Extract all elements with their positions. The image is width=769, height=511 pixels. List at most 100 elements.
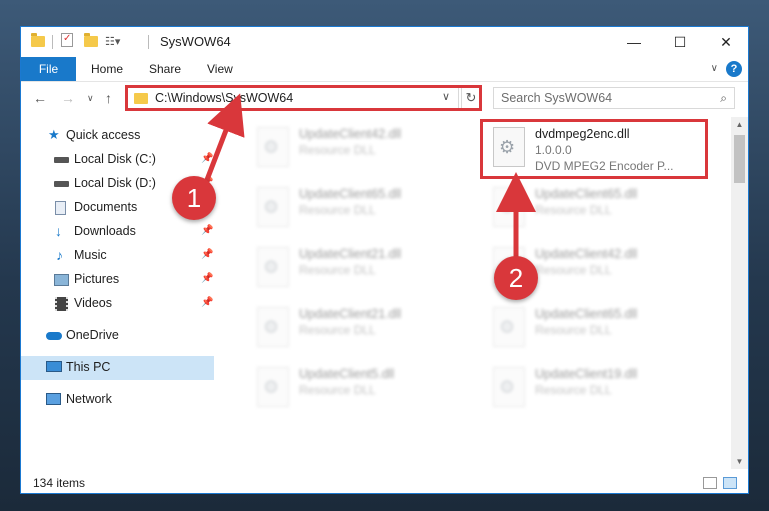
step-marker-1: 1 xyxy=(172,176,216,220)
drive-icon xyxy=(54,181,69,187)
file-type: Resource DLL xyxy=(299,203,376,217)
properties-icon[interactable]: ✓ xyxy=(61,33,73,47)
tab-view[interactable]: View xyxy=(207,57,233,81)
sidebar-item-music[interactable]: ♪ Music 📌 xyxy=(21,244,214,268)
pin-icon[interactable]: 📌 xyxy=(201,249,213,260)
file-name: UpdateClient21.dll xyxy=(299,307,402,321)
file-name: UpdateClient65.dll xyxy=(535,307,638,321)
sidebar-item-onedrive[interactable]: OneDrive xyxy=(21,324,214,348)
customize-toolbar-icon[interactable]: ☷▾ xyxy=(105,35,120,48)
dll-file-icon xyxy=(257,247,289,287)
file-item[interactable]: UpdateClient21.dll Resource DLL xyxy=(251,243,471,299)
file-name: UpdateClient65.dll xyxy=(535,187,638,201)
search-icon[interactable]: ⌕ xyxy=(720,91,727,106)
file-type: Resource DLL xyxy=(299,263,376,277)
file-list: UpdateClient42.dll Resource DLL dvdmpeg2… xyxy=(231,117,731,467)
file-item[interactable]: UpdateClient65.dll Resource DLL xyxy=(487,303,707,359)
sidebar-item-videos[interactable]: Videos 📌 xyxy=(21,292,214,316)
separator xyxy=(52,35,53,49)
file-name: UpdateClient19.dll xyxy=(535,367,638,381)
file-item[interactable]: UpdateClient21.dll Resource DLL xyxy=(251,303,471,359)
file-type: Resource DLL xyxy=(535,263,612,277)
navigation-pane: ★ Quick access Local Disk (C:) 📌 Local D… xyxy=(21,117,216,467)
file-name: UpdateClient42.dll xyxy=(299,127,402,141)
address-highlight-box xyxy=(125,85,482,111)
sidebar-item-pictures[interactable]: Pictures 📌 xyxy=(21,268,214,292)
tab-home[interactable]: Home xyxy=(91,57,123,81)
chevron-down-icon[interactable]: ∨ xyxy=(711,63,718,74)
file-item[interactable]: UpdateClient65.dll Resource DLL xyxy=(251,183,471,239)
pin-icon[interactable]: 📌 xyxy=(201,273,213,284)
music-icon: ♪ xyxy=(56,247,63,263)
file-name: UpdateClient65.dll xyxy=(299,187,402,201)
drive-icon xyxy=(54,157,69,163)
star-icon: ★ xyxy=(48,127,60,142)
videos-icon xyxy=(55,297,68,311)
search-input[interactable]: Search SysWOW64 ⌕ xyxy=(493,87,735,109)
sidebar-item-downloads[interactable]: ↓ Downloads 📌 xyxy=(21,220,214,244)
large-icons-view-icon[interactable] xyxy=(723,477,737,489)
new-folder-icon[interactable] xyxy=(84,33,98,47)
explorer-window: ✓ ☷▾ SysWOW64 — ☐ ✕ File Home Share View… xyxy=(20,26,749,494)
recent-locations-chevron-icon[interactable]: ∨ xyxy=(87,93,94,104)
dll-file-icon xyxy=(257,367,289,407)
tab-share[interactable]: Share xyxy=(149,57,181,81)
network-icon xyxy=(46,393,61,405)
sidebar-item-label: Videos xyxy=(74,296,112,310)
sidebar-item-label: Pictures xyxy=(74,272,120,286)
close-button[interactable]: ✕ xyxy=(703,27,748,57)
pin-icon[interactable]: 📌 xyxy=(201,297,213,308)
sidebar-item-label: This PC xyxy=(66,360,111,374)
dll-file-icon xyxy=(493,187,525,227)
pin-icon[interactable]: 📌 xyxy=(201,153,213,164)
file-type: Resource DLL xyxy=(299,143,376,157)
cloud-icon xyxy=(46,332,62,340)
pictures-icon xyxy=(54,274,69,286)
window-title: SysWOW64 xyxy=(160,34,231,49)
file-item[interactable]: UpdateClient5.dll Resource DLL xyxy=(251,363,471,419)
dll-file-icon xyxy=(493,367,525,407)
sidebar-item-label: Documents xyxy=(74,200,138,214)
back-arrow-icon[interactable]: ← xyxy=(33,90,47,106)
minimize-button[interactable]: — xyxy=(611,27,657,57)
file-name: UpdateClient21.dll xyxy=(299,247,402,261)
file-type: Resource DLL xyxy=(299,323,376,337)
scroll-up-arrow-icon[interactable]: ▲ xyxy=(731,120,748,129)
search-placeholder: Search SysWOW64 xyxy=(501,91,613,105)
sidebar-item-label: Local Disk (D:) xyxy=(74,176,156,190)
forward-arrow-icon[interactable]: → xyxy=(61,90,75,106)
step-marker-2: 2 xyxy=(494,256,538,300)
tab-file[interactable]: File xyxy=(21,57,76,81)
folder-icon xyxy=(31,33,45,47)
up-arrow-icon[interactable]: ↑ xyxy=(105,90,112,106)
file-item[interactable]: UpdateClient42.dll Resource DLL xyxy=(251,123,471,179)
separator xyxy=(148,35,149,49)
vertical-scrollbar[interactable]: ▲ ▼ xyxy=(731,117,748,469)
pin-icon[interactable]: 📌 xyxy=(201,225,213,236)
dll-file-icon xyxy=(493,307,525,347)
dll-file-icon xyxy=(257,127,289,167)
file-item[interactable]: UpdateClient19.dll Resource DLL xyxy=(487,363,707,419)
ribbon-tabs: File Home Share View ∨ ? xyxy=(21,57,748,82)
sidebar-item-local-disk-c[interactable]: Local Disk (C:) 📌 xyxy=(21,148,214,172)
file-type: Resource DLL xyxy=(535,383,612,397)
sidebar-item-label: Network xyxy=(66,392,112,406)
scroll-down-arrow-icon[interactable]: ▼ xyxy=(731,457,748,466)
dll-file-icon xyxy=(257,307,289,347)
status-bar: 134 items xyxy=(21,473,748,493)
item-count: 134 items xyxy=(33,476,86,490)
help-icon[interactable]: ? xyxy=(726,61,742,77)
scrollbar-thumb[interactable] xyxy=(734,135,745,183)
sidebar-item-network[interactable]: Network xyxy=(21,388,214,412)
sidebar-item-this-pc[interactable]: This PC xyxy=(21,356,214,380)
dll-file-icon xyxy=(257,187,289,227)
title-bar: ✓ ☷▾ SysWOW64 — ☐ ✕ xyxy=(21,27,748,57)
file-item[interactable]: UpdateClient65.dll Resource DLL xyxy=(487,183,707,239)
details-view-icon[interactable] xyxy=(703,477,717,489)
sidebar-item-quick-access[interactable]: ★ Quick access xyxy=(21,124,214,148)
maximize-button[interactable]: ☐ xyxy=(657,27,703,57)
computer-icon xyxy=(46,361,62,372)
sidebar-item-label: Local Disk (C:) xyxy=(74,152,156,166)
file-name: UpdateClient42.dll xyxy=(535,247,638,261)
sidebar-item-label: Music xyxy=(74,248,107,262)
